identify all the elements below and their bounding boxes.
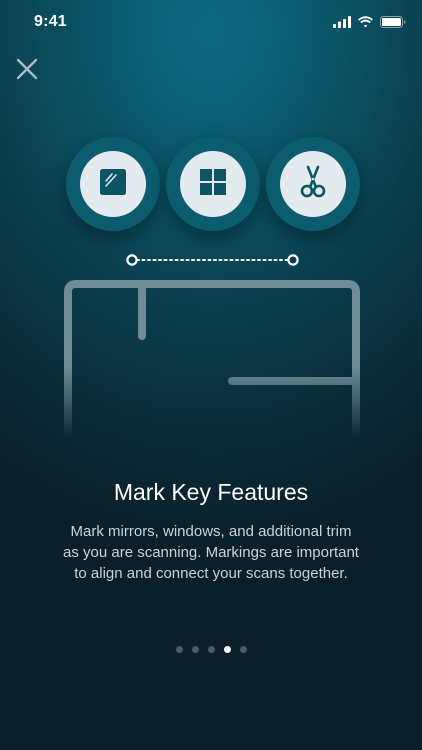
page-description: Mark mirrors, windows, and additional tr…	[63, 523, 359, 582]
status-icons	[333, 15, 406, 33]
feature-buttons	[66, 137, 360, 231]
page-dot-active[interactable]	[223, 646, 231, 653]
window-button[interactable]	[166, 137, 260, 231]
mirror-icon	[98, 167, 128, 202]
room-outline	[60, 278, 364, 442]
window-button-face	[180, 151, 246, 217]
scissors-icon	[297, 165, 329, 204]
cellular-signal-icon	[333, 15, 351, 33]
onboarding-screen: 9:41 Mark Key Features Mark mirrors, win…	[0, 0, 422, 750]
page-dot[interactable]	[191, 646, 199, 653]
close-button[interactable]	[12, 54, 42, 84]
page-dot[interactable]	[239, 646, 247, 653]
page-indicator	[0, 646, 422, 653]
window-icon	[198, 167, 228, 202]
mirror-button[interactable]	[66, 137, 160, 231]
close-icon	[12, 58, 42, 88]
battery-icon	[380, 15, 406, 33]
trim-button-face	[280, 151, 346, 217]
mirror-button-face	[80, 151, 146, 217]
track-start-handle	[126, 254, 138, 266]
feature-track	[124, 252, 300, 268]
track-end-handle	[287, 254, 299, 266]
status-time: 9:41	[34, 13, 67, 30]
page-dot[interactable]	[207, 646, 215, 653]
wifi-icon	[357, 15, 374, 33]
page-dot[interactable]	[175, 646, 183, 653]
status-bar: 9:41	[0, 0, 422, 44]
trim-button[interactable]	[266, 137, 360, 231]
page-title: Mark Key Features	[113, 479, 309, 505]
